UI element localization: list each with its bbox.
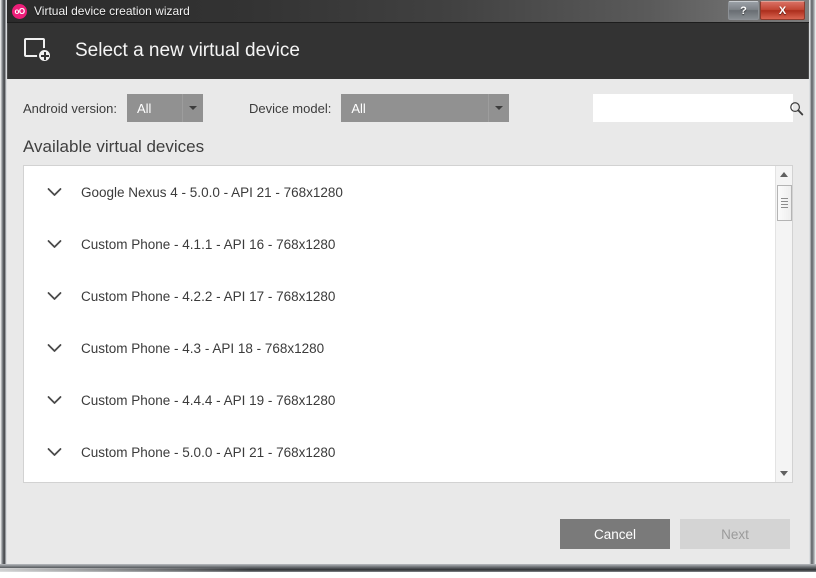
list-scrollbar[interactable] [775, 166, 792, 482]
filter-row: Android version: All Device model: All [23, 79, 803, 125]
section-title: Available virtual devices [23, 137, 205, 156]
scroll-up-arrow-icon[interactable] [776, 166, 792, 183]
device-list-item[interactable]: Custom Phone - 5.0.0 - API 21 - 768x1280 [24, 426, 775, 478]
device-list-item-label: Google Nexus 4 - 5.0.0 - API 21 - 768x12… [81, 184, 343, 200]
android-version-value: All [136, 100, 152, 116]
search-icon[interactable] [783, 94, 809, 122]
device-model-label: Device model: [248, 100, 332, 116]
device-list-item-label: Custom Phone - 4.4.4 - API 19 - 768x1280 [81, 392, 336, 408]
device-list-item-label: Custom Phone - 4.3 - API 18 - 768x1280 [81, 340, 325, 356]
search-box[interactable] [593, 94, 803, 122]
chevron-down-icon[interactable] [46, 236, 62, 252]
device-model-value: All [351, 100, 366, 116]
available-devices-panel: Google Nexus 4 - 5.0.0 - API 21 - 768x12… [23, 165, 793, 483]
device-list-item[interactable]: Custom Phone - 4.2.2 - API 17 - 768x1280 [24, 270, 775, 322]
window-frame-right [809, 0, 816, 572]
device-list-item[interactable]: Google Nexus 4 - 5.0.0 - API 21 - 768x12… [24, 166, 775, 218]
scrollbar-thumb[interactable] [777, 185, 792, 221]
window-title: Virtual device creation wizard [34, 4, 190, 18]
device-list-item-label: Custom Phone - 4.2.2 - API 17 - 768x1280 [81, 288, 336, 304]
chevron-down-icon [181, 94, 203, 122]
app-logo-icon: oO [12, 3, 27, 19]
chevron-down-icon[interactable] [46, 288, 62, 304]
add-device-icon [22, 35, 56, 67]
search-input[interactable] [593, 94, 783, 122]
chevron-down-icon[interactable] [46, 444, 62, 460]
device-list-item[interactable]: Custom Phone - 4.3 - API 18 - 768x1280 [24, 322, 775, 374]
desktop-background: oO Virtual device creation wizard ? X Se… [0, 0, 816, 578]
plus-badge-icon [37, 48, 52, 63]
device-list-item-label: Custom Phone - 5.0.0 - API 21 - 768x1280 [81, 444, 336, 460]
close-button[interactable]: X [760, 1, 805, 20]
wizard-window: oO Virtual device creation wizard ? X Se… [6, 0, 810, 566]
device-list-item[interactable]: Custom Phone - 4.4.4 - API 19 - 768x1280 [24, 374, 775, 426]
chevron-down-icon[interactable] [46, 392, 62, 408]
page-title: Select a new virtual device [75, 40, 300, 61]
window-frame-left [0, 0, 7, 572]
chevron-down-icon[interactable] [46, 184, 62, 200]
device-list-item-label: Custom Phone - 4.1.1 - API 16 - 768x1280 [81, 236, 336, 252]
chevron-down-icon[interactable] [46, 340, 62, 356]
desktop-edge [0, 572, 816, 578]
android-version-dropdown[interactable]: All [126, 94, 203, 122]
scroll-down-arrow-icon[interactable] [776, 465, 792, 482]
window-controls: ? X [728, 1, 805, 20]
wizard-header: Select a new virtual device [7, 23, 809, 79]
help-button[interactable]: ? [728, 1, 759, 20]
device-list: Google Nexus 4 - 5.0.0 - API 21 - 768x12… [24, 166, 775, 482]
footer-actions: Cancel Next [7, 503, 809, 565]
device-model-dropdown[interactable]: All [341, 94, 510, 122]
next-button: Next [680, 519, 790, 549]
device-list-item[interactable]: Custom Phone - 4.1.1 - API 16 - 768x1280 [24, 218, 775, 270]
chevron-down-icon [488, 94, 509, 122]
wizard-body: Android version: All Device model: All A… [7, 79, 809, 565]
title-bar: oO Virtual device creation wizard ? X [7, 0, 809, 23]
cancel-button[interactable]: Cancel [560, 519, 670, 549]
android-version-label: Android version: [23, 100, 117, 116]
